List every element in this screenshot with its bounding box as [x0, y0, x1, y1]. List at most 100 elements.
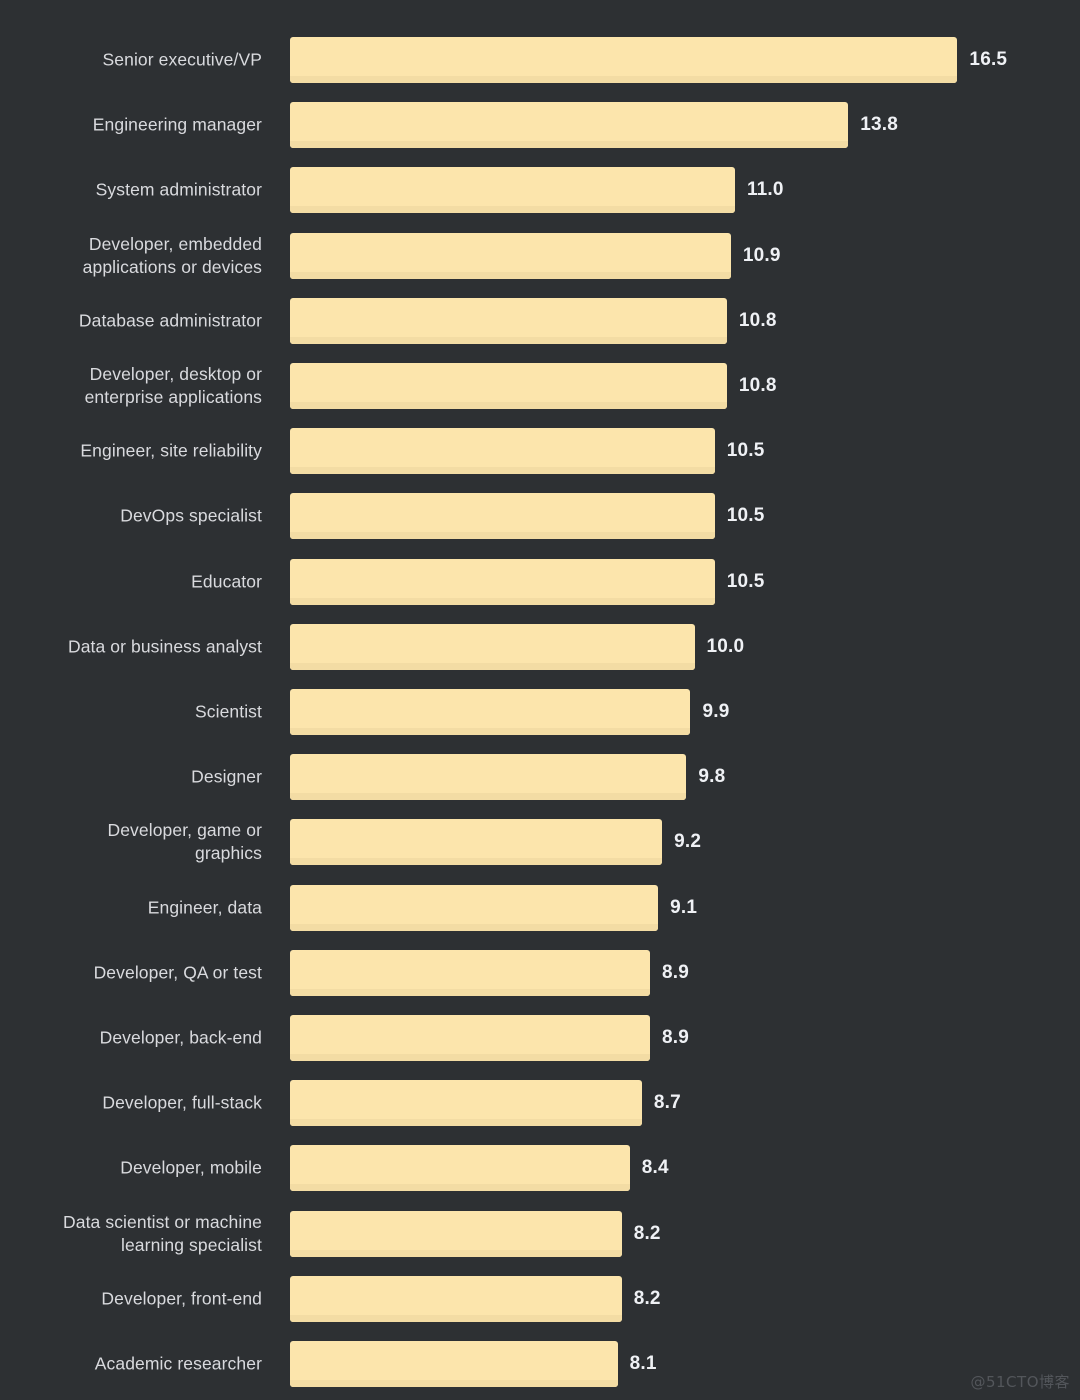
bar-value-label: 10.8: [738, 375, 777, 396]
bar-track: [290, 1080, 642, 1127]
bar-track: [290, 689, 691, 735]
watermark: @51CTO博客: [970, 1373, 1070, 1391]
bar[interactable]: [290, 102, 849, 149]
bar-row: Database administrator 10.8: [0, 297, 1080, 344]
category-label: Designer: [191, 766, 262, 787]
bar-value-label: 10.5: [726, 570, 765, 592]
bar-row: Developer, QA or test 8.9: [0, 949, 1080, 996]
bar-track: [290, 754, 687, 801]
category-label: Educator: [191, 571, 262, 592]
bar-value-label: 8.4: [641, 1157, 669, 1179]
category-label: Developer, QA or test: [93, 962, 262, 983]
bar-row: Data or business analyst 10.0: [0, 623, 1080, 670]
bar-value-label: 10.8: [738, 309, 777, 331]
category-label: Developer, front-end: [101, 1288, 262, 1309]
bar-track: [290, 1145, 630, 1192]
bar[interactable]: [290, 1210, 622, 1257]
category-label: Engineer, data: [147, 897, 262, 918]
bar[interactable]: [290, 1080, 642, 1127]
bar[interactable]: [290, 819, 663, 866]
bar-value-label: 9.1: [670, 896, 698, 918]
category-label: System administrator: [95, 179, 262, 200]
category-label: Academic researcher: [94, 1353, 262, 1374]
bar-value-label: 16.5: [969, 49, 1008, 70]
bar-track: [290, 167, 735, 214]
bar-value-label: 9.2: [674, 831, 702, 853]
bar[interactable]: [290, 363, 727, 409]
bar-value-label: 8.9: [662, 961, 690, 983]
bar[interactable]: [290, 689, 691, 735]
bar[interactable]: [290, 558, 715, 605]
bar-row: Developer, desktop or enterprise applica…: [0, 363, 1080, 409]
bar[interactable]: [290, 428, 715, 475]
bar[interactable]: [290, 1145, 630, 1192]
bar-row: DevOps specialist 10.5: [0, 493, 1080, 540]
category-label: Developer, game or graphics: [107, 820, 262, 864]
bar-row: Developer, full-stack 8.7: [0, 1080, 1080, 1127]
bar[interactable]: [290, 623, 695, 670]
bar-row: Academic researcher 8.1: [0, 1341, 1080, 1387]
bar-track: [290, 1341, 618, 1387]
bar-value-label: 9.8: [698, 766, 726, 788]
bar[interactable]: [290, 1015, 650, 1061]
bar-value-label: 9.9: [702, 701, 730, 722]
bar[interactable]: [290, 884, 659, 931]
bar-value-label: 8.7: [653, 1092, 681, 1114]
bar-track: [290, 558, 715, 605]
category-label: Senior executive/VP: [102, 49, 262, 70]
category-label: Engineering manager: [92, 114, 262, 135]
bar[interactable]: [290, 232, 731, 279]
bar-value-label: 8.9: [662, 1027, 690, 1048]
category-label: Developer, back-end: [99, 1027, 262, 1048]
bar-row: Engineer, data 9.1: [0, 884, 1080, 931]
bar-row: Developer, front-end 8.2: [0, 1275, 1080, 1322]
chart-rows-area: Senior executive/VP 16.5 Engineering manag…: [0, 0, 1080, 1400]
bar-value-label: 10.5: [726, 505, 765, 527]
bar-row: Developer, back-end 8.9: [0, 1015, 1080, 1061]
bar-value-label: 11.0: [746, 179, 784, 201]
bar[interactable]: [290, 1275, 622, 1322]
bar-track: [290, 819, 663, 866]
bar-row: Data scientist or machine learning speci…: [0, 1210, 1080, 1257]
bar[interactable]: [290, 949, 650, 996]
bar-row: Developer, game or graphics 9.2: [0, 819, 1080, 866]
bar-value-label: 13.8: [860, 114, 898, 136]
category-label: Developer, desktop or enterprise applica…: [84, 364, 262, 407]
bar-track: [290, 949, 650, 996]
bar[interactable]: [290, 167, 735, 214]
category-label: Developer, embedded applications or devi…: [82, 233, 262, 277]
category-label: Developer, full-stack: [102, 1092, 262, 1113]
category-label: Data or business analyst: [67, 636, 262, 657]
bar-value-label: 8.2: [633, 1222, 661, 1244]
category-label: Database administrator: [78, 310, 262, 331]
bar-track: [290, 102, 849, 149]
bar-row: Senior executive/VP 16.5: [0, 37, 1080, 83]
bar-row: Educator 10.5: [0, 558, 1080, 605]
bar-value-label: 10.5: [726, 440, 765, 462]
bar-row: Developer, embedded applications or devi…: [0, 232, 1080, 279]
bar-track: [290, 37, 958, 83]
bar-track: [290, 297, 727, 344]
bar-row: System administrator 11.0: [0, 167, 1080, 214]
bar-track: [290, 1210, 622, 1257]
category-label: Scientist: [194, 701, 262, 722]
bar-value-label: 10.0: [706, 635, 745, 657]
category-label: DevOps specialist: [120, 505, 262, 526]
bar[interactable]: [290, 493, 715, 540]
bar-row: Engineer, site reliability 10.5: [0, 428, 1080, 475]
bar-track: [290, 1015, 650, 1061]
bar[interactable]: [290, 754, 687, 801]
bar[interactable]: [290, 37, 958, 83]
category-label: Developer, mobile: [120, 1157, 262, 1178]
bar-track: [290, 623, 695, 670]
bar[interactable]: [290, 297, 727, 344]
category-label: Data scientist or machine learning speci…: [63, 1211, 262, 1255]
bar-row: Designer 9.8: [0, 754, 1080, 801]
bar[interactable]: [290, 1341, 618, 1387]
bar-track: [290, 884, 659, 931]
category-label: Engineer, site reliability: [80, 440, 262, 461]
bar-row: Developer, mobile 8.4: [0, 1145, 1080, 1192]
bar-track: [290, 493, 715, 540]
bar-track: [290, 428, 715, 475]
bar-track: [290, 1275, 622, 1322]
